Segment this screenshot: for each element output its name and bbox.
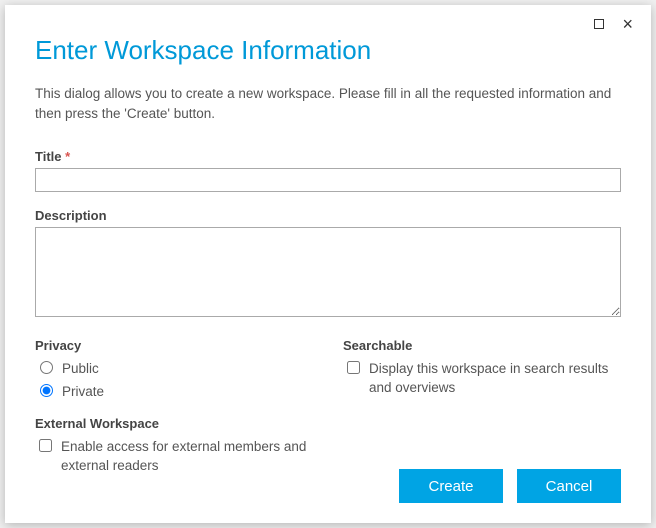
maximize-icon[interactable] <box>594 19 604 29</box>
privacy-column: Privacy Public Private External Workspac… <box>35 338 313 480</box>
searchable-heading: Searchable <box>343 338 621 353</box>
privacy-private-row[interactable]: Private <box>35 382 313 402</box>
privacy-private-radio[interactable] <box>40 384 53 397</box>
external-checkbox[interactable] <box>39 439 52 452</box>
searchable-row[interactable]: Display this workspace in search results… <box>343 359 621 398</box>
required-asterisk: * <box>65 149 70 164</box>
description-label: Description <box>35 208 621 223</box>
dialog-title: Enter Workspace Information <box>35 35 621 66</box>
close-icon[interactable]: × <box>622 19 633 29</box>
create-button[interactable]: Create <box>399 469 503 503</box>
privacy-heading: Privacy <box>35 338 313 353</box>
searchable-column: Searchable Display this workspace in sea… <box>343 338 621 480</box>
options-grid: Privacy Public Private External Workspac… <box>35 338 621 480</box>
privacy-private-label: Private <box>62 382 104 402</box>
external-row[interactable]: Enable access for external members and e… <box>35 437 313 476</box>
workspace-dialog: × Enter Workspace Information This dialo… <box>5 5 651 523</box>
description-input[interactable] <box>35 227 621 317</box>
external-section: External Workspace Enable access for ext… <box>35 416 313 476</box>
button-row: Create Cancel <box>399 469 621 503</box>
title-label-text: Title <box>35 149 62 164</box>
title-label: Title * <box>35 149 621 164</box>
title-input[interactable] <box>35 168 621 192</box>
cancel-button[interactable]: Cancel <box>517 469 621 503</box>
privacy-public-row[interactable]: Public <box>35 359 313 379</box>
privacy-public-radio[interactable] <box>40 361 53 374</box>
searchable-checkbox[interactable] <box>347 361 360 374</box>
privacy-public-label: Public <box>62 359 99 379</box>
dialog-subtitle: This dialog allows you to create a new w… <box>35 84 621 125</box>
window-controls: × <box>594 19 633 29</box>
external-heading: External Workspace <box>35 416 313 431</box>
external-label: Enable access for external members and e… <box>61 437 313 476</box>
searchable-label: Display this workspace in search results… <box>369 359 621 398</box>
